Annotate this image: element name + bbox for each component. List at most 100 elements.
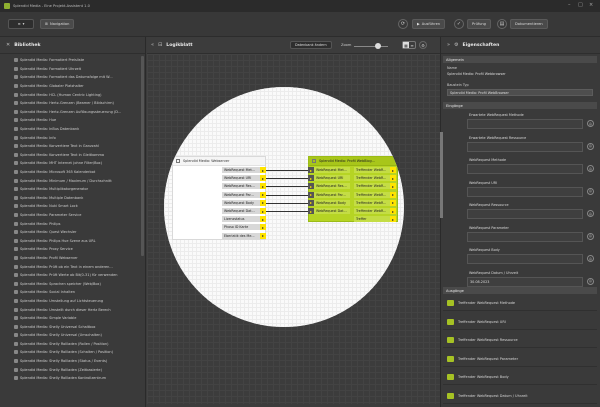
library-item[interactable]: Splendid Media: Formatiert Uhrzeit [14, 65, 140, 74]
profile-web-port[interactable]: ▸ WebRequest Res... Treffender WebR... ▸ [308, 183, 396, 190]
webserver-port[interactable]: WebRequest Res... ▸ [222, 183, 266, 190]
menu-toggle-button[interactable]: ≡ ▾ [8, 19, 34, 29]
library-item[interactable]: Splendid Media: Shelly Universal (Umscha… [14, 331, 140, 340]
profile-web-port[interactable]: ▸ WebRequest Met... Treffender WebR... ▸ [308, 167, 396, 173]
input-connect-icon[interactable]: ◎ [587, 142, 594, 150]
input-property-field[interactable] [467, 254, 583, 264]
connection-wire[interactable] [266, 211, 308, 212]
zoom-slider-track[interactable] [354, 46, 388, 47]
input-property-field[interactable] [467, 141, 583, 152]
output-property-item[interactable]: Treffender WebRequest Body [443, 370, 597, 385]
library-item[interactable]: Splendid Media: MHT Internet (ohne Filte… [14, 159, 140, 168]
webserver-port[interactable]: Lizenzstatus ▸ [222, 216, 266, 223]
input-connect-icon[interactable]: ◎ [587, 120, 594, 127]
library-item[interactable]: Splendid Media: Hue [14, 116, 140, 125]
output-port-icon[interactable]: ▸ [260, 216, 266, 223]
webserver-port[interactable]: Phoso ID Karte ▸ [222, 224, 266, 231]
database-change-button[interactable]: Datenbank ändern [290, 41, 332, 49]
webserver-port[interactable]: WebRequest URI ▸ [222, 175, 266, 182]
library-item[interactable]: Splendid Media: Konvertiere Text in Glei… [14, 151, 140, 160]
library-item[interactable]: Splendid Media: Proxy Service [14, 245, 140, 254]
output-port-icon[interactable]: ▸ [260, 224, 266, 231]
library-item[interactable]: Splendid Media: Parameter Service [14, 211, 140, 220]
navigation-button[interactable]: ⊞ Navigation [40, 19, 75, 29]
library-item[interactable]: Splendid Media: Shelly Rollladen (Status… [14, 357, 140, 366]
zoom-slider-knob[interactable] [375, 43, 381, 49]
library-item[interactable]: Splendid Media: Multiplikatorgenerator [14, 185, 140, 194]
library-item[interactable]: Splendid Media: Prüft ob ein Text in ein… [14, 262, 140, 271]
library-item[interactable]: Splendid Media: Hertz-Grenzen Auflösungs… [14, 108, 140, 117]
input-property-field[interactable]: 30.08.2023 [467, 276, 583, 287]
library-item[interactable]: Splendid Media: Nuki Smart Lock [14, 202, 140, 211]
connection-wire[interactable] [266, 170, 308, 171]
library-item[interactable]: Splendid Media: Formatiert Preisliste [14, 56, 140, 65]
input-connect-icon[interactable]: ◎ [587, 210, 594, 217]
webserver-port[interactable]: WebRequest Body ▸ [222, 199, 266, 206]
run-button[interactable]: ▶ Ausführen [412, 19, 446, 29]
library-item[interactable]: Splendid Media: Globaler Platzhalter [14, 82, 140, 91]
output-property-item[interactable]: Treffender WebRequest Parameter [443, 352, 597, 367]
webserver-port[interactable]: WebRequest Met... ▸ [222, 167, 266, 173]
library-item[interactable]: Splendid Media: Simple Variable [14, 314, 140, 323]
library-item[interactable]: Splendid Media: Shelly Rollladen (Schalt… [14, 348, 140, 357]
library-item[interactable]: Splendid Media: Umstellt durch dieser He… [14, 305, 140, 314]
view-toggle[interactable]: ▦ ≡ [402, 41, 416, 49]
profile-web-port[interactable]: ▸ WebRequest Dat... Treffender WebR... ▸ [308, 208, 396, 214]
library-item[interactable]: Splendid Media: Multiple Datenbank [14, 194, 140, 203]
input-property-field[interactable] [467, 231, 583, 242]
general-section[interactable]: Allgemein [443, 56, 597, 63]
library-item[interactable]: Splendid Media: Quest Wechsler [14, 228, 140, 237]
output-port-icon[interactable]: ▸ [260, 232, 266, 239]
input-connect-icon[interactable]: ◎ [587, 232, 594, 240]
input-property-field[interactable] [467, 186, 583, 197]
docs-icon[interactable]: ▤ [497, 19, 507, 29]
input-connect-icon[interactable]: ◎ [587, 187, 594, 195]
library-item[interactable]: Splendid Media: Shelly Rollladen (Rollen… [14, 340, 140, 349]
input-connect-icon[interactable]: ◎ [587, 255, 594, 262]
webserver-port[interactable]: WebRequest Dat... ▸ [222, 208, 266, 214]
input-property-field[interactable] [467, 164, 583, 174]
profile-web-port[interactable]: ▸ WebRequest Par... Treffender WebR... ▸ [308, 191, 396, 198]
output-port-icon[interactable]: ▸ [390, 183, 396, 190]
library-item[interactable]: Splendid Media: Shelly Universal Schaltb… [14, 322, 140, 331]
output-property-item[interactable]: Treffender WebRequest URI [443, 315, 597, 330]
library-scrollbar[interactable] [141, 56, 144, 256]
check-button[interactable]: Prüfung [467, 19, 491, 29]
collapse-left-icon[interactable]: « [151, 42, 154, 48]
library-item[interactable]: Splendid Media: Profil Webserver [14, 254, 140, 263]
library-item[interactable]: Splendid Media: Shelly Rollladen (Zeitba… [14, 365, 140, 374]
connection-wire[interactable] [266, 194, 308, 196]
library-item[interactable]: Splendid Media: Microsoft 365 Kalenderbo… [14, 168, 140, 177]
close-window-icon[interactable]: × [589, 2, 593, 8]
library-item[interactable]: Splendid Media: InBus Datenbank [14, 125, 140, 134]
profile-web-port[interactable]: Treffer ▸ [308, 216, 396, 223]
library-item[interactable]: Splendid Media: Social Inhalten [14, 288, 140, 297]
output-port-icon[interactable]: ▸ [390, 191, 396, 198]
list-view-icon[interactable]: ≡ [409, 42, 415, 48]
library-item[interactable]: Splendid Media: Konvertiere Text in Ganz… [14, 142, 140, 151]
connection-wire[interactable] [266, 202, 308, 204]
collapse-right-icon[interactable]: » [447, 42, 450, 48]
minimize-icon[interactable]: – [568, 2, 571, 8]
output-property-item[interactable]: Treffender WebRequest Ressource [443, 333, 597, 348]
library-item[interactable]: Splendid Media: Umstellung auf Lichtsteu… [14, 297, 140, 306]
profile-web-port[interactable]: ▸ WebRequest Body Treffender WebR... ▸ [308, 199, 396, 206]
library-item[interactable]: Splendid Media: Hertz-Grenzen (Beamer / … [14, 99, 140, 108]
output-port-icon[interactable]: ▸ [390, 208, 396, 214]
output-property-item[interactable]: Treffender WebRequest Methode [443, 296, 597, 311]
output-property-item[interactable]: Treffender WebRequest Datum / Uhrzeit [443, 389, 597, 404]
output-port-icon[interactable]: ▸ [390, 199, 396, 206]
webserver-port[interactable]: Eberlatik des Me... ▸ [222, 232, 266, 239]
connection-wire[interactable] [266, 186, 308, 188]
input-property-field[interactable] [467, 119, 583, 129]
output-port-icon[interactable]: ▸ [390, 175, 396, 182]
output-port-icon[interactable]: ▸ [390, 167, 396, 173]
input-property-field[interactable] [467, 209, 583, 219]
webserver-port[interactable]: WebRequest Par... ▸ [222, 191, 266, 198]
output-port-icon[interactable]: ▸ [390, 216, 396, 223]
close-panel-icon[interactable]: ✕ [6, 42, 10, 48]
name-value[interactable]: Splendid Media: Profil Webbrowser [447, 72, 506, 76]
library-item[interactable]: Splendid Media: Shelly Rollladen Kontrol… [14, 374, 140, 383]
profile-web-port[interactable]: ▸ WebRequest URI Treffender WebR... ▸ [308, 175, 396, 182]
settings-icon[interactable]: ⚙ [419, 41, 427, 49]
